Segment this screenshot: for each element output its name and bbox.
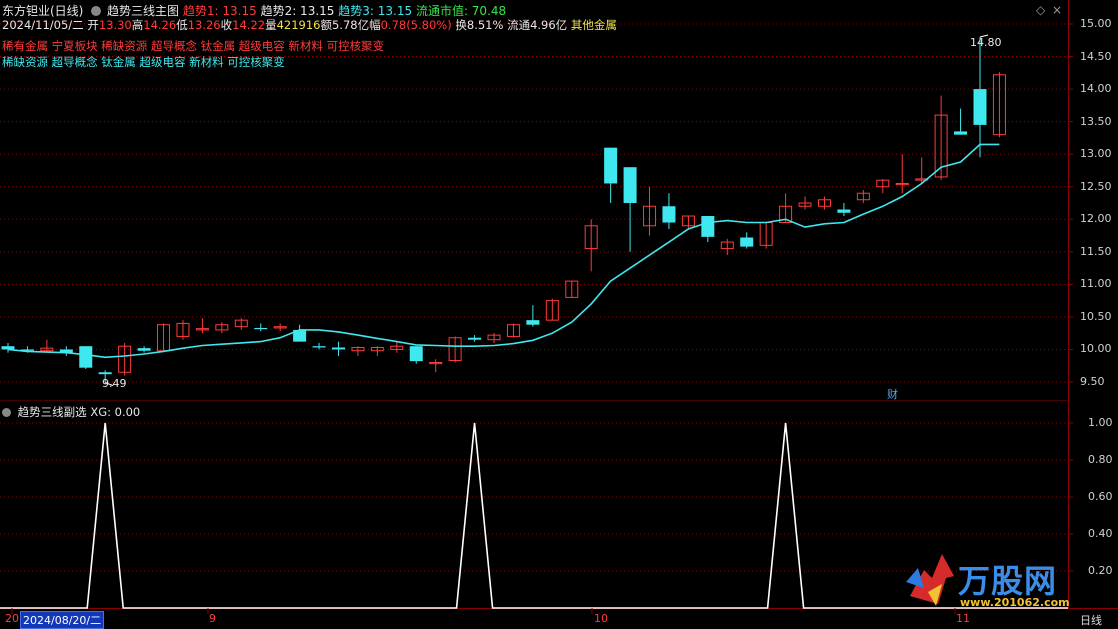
low-label: 低 [176,18,188,32]
close-icon[interactable]: × [1052,3,1062,17]
change-value: 0.78(5.80%) [380,18,452,32]
concepts-line-1[interactable]: 稀有金属 宁夏板块 稀缺资源 超导概念 钛金属 超级电容 新材料 可控核聚变 [2,38,384,54]
high-label: 高 [131,18,144,32]
y-tick-label: 11.00 [1080,277,1112,291]
y-tick-label: 13.00 [1080,147,1112,161]
candle-body-down [312,346,326,348]
change-label: 幅 [369,18,381,32]
y-tick-label: 10.50 [1080,309,1112,323]
x-left-cut: 20 [5,612,19,625]
turnover: 换8.51% [455,18,504,32]
open-value: 13.30 [98,18,132,32]
volume-value: 421916 [276,18,321,32]
quote-bar: 2024/11/05/二 开13.30高14.26低13.26收14.22量42… [2,17,617,33]
high-value: 14.26 [143,18,177,32]
volume-label: 量 [265,18,277,32]
sub-y-tick-label: 0.80 [1088,453,1113,466]
high-price-label: 14.80 [970,36,1002,49]
candle-body-down [526,320,540,325]
candle-body-down [409,346,423,362]
candle-body-down [623,167,637,203]
sub-y-tick-label: 0.40 [1088,527,1113,540]
candle-body-down [254,327,268,330]
x-month-9: 9 [209,612,216,625]
indicator-name[interactable]: 趋势三线主图 [107,4,179,18]
concepts-line-2[interactable]: 稀缺资源 超导概念 钛金属 超级电容 新材料 可控核聚变 [2,54,285,70]
y-tick-label: 13.50 [1080,114,1112,128]
close-label: 收 [220,18,233,32]
y-tick-label: 10.00 [1080,342,1112,356]
candle-body-down [1,346,15,350]
amount-value: 5.78亿 [331,18,370,32]
y-tick-label: 15.00 [1080,17,1112,30]
sub-y-tick-label: 0.60 [1088,490,1113,503]
trend1-value: 趋势1: 13.15 [182,4,257,18]
y-tick-label: 11.50 [1080,244,1112,258]
candle-body-down [662,206,676,223]
low-price-label: 9.49 [102,377,127,390]
y-tick-label: 12.00 [1080,212,1112,226]
candle-body-down [79,346,93,368]
sub-panel-header: 趋势三线副选 XG: 0.00 [2,404,140,420]
candle-body-down [837,209,851,213]
amount-label: 额 [320,18,332,32]
watermark-logo: 万股网 www.201062.com [902,548,1092,610]
candle-body-down [468,337,482,340]
arrows-icon [906,554,954,606]
sector[interactable]: 其他金属 [571,18,617,32]
finance-marker[interactable]: 财 [887,386,898,402]
x-month-10: 10 [594,612,608,625]
chart-canvas[interactable] [0,0,1118,628]
sub-panel-title[interactable]: 趋势三线副选 [18,405,87,419]
close-value: 14.22 [232,18,266,32]
candle-body-down [604,147,618,184]
low-value: 13.26 [187,18,221,32]
candle-body-down [973,89,987,125]
xg-value: XG: 0.00 [90,405,141,419]
x-month-11: 11 [956,612,970,625]
stock-name[interactable]: 东方钽业(日线) [2,4,83,18]
candle-body-down [137,348,151,351]
float-shares: 流通4.96亿 [507,18,568,32]
settings-circle-icon[interactable] [91,6,102,16]
candle-body-down [98,372,112,375]
open-label: 开 [87,18,99,32]
settings-circle-icon[interactable] [2,408,11,417]
y-tick-label: 12.50 [1080,179,1112,193]
sub-y-tick-label: 1.00 [1088,416,1113,429]
y-tick-label: 14.00 [1080,82,1112,96]
market-cap: 流通市值: 70.48 [415,4,507,18]
diamond-icon[interactable]: ◇ [1036,3,1045,17]
panel-separator [0,400,1069,402]
candle-body-down [701,216,715,237]
trend2-value: 趋势2: 13.15 [260,4,335,18]
quote-date: 2024/11/05/二 [2,18,84,32]
candle-body-down [954,131,968,135]
trend3-value: 趋势3: 13.15 [338,4,413,18]
period-label[interactable]: 日线 [1080,612,1102,628]
watermark-url: www.201062.com [960,596,1070,609]
date-cursor-box[interactable]: 2024/08/20/二 [20,611,105,629]
trend-ma-line [7,143,1000,359]
y-tick-label: 14.50 [1080,49,1112,63]
candle-body-down [331,347,345,350]
y-tick-label: 9.50 [1080,375,1105,388]
candle-body-down [740,237,754,247]
